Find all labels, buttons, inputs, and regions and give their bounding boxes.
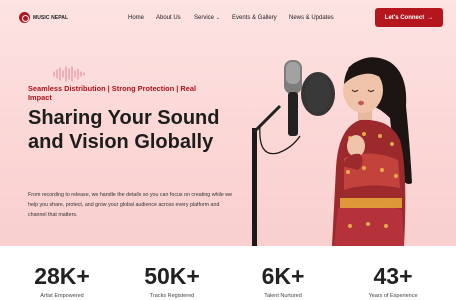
- stat-item: 6K+ Talent Nurtured: [233, 263, 333, 299]
- stat-value: 28K+: [34, 263, 90, 289]
- stat-label: Tracks Registered: [149, 293, 195, 299]
- arrow-right-icon: →: [427, 14, 434, 21]
- lets-connect-label: Let's Connect: [384, 14, 425, 21]
- nav-item-about-us[interactable]: About Us: [156, 15, 181, 21]
- nav-item-news-updates[interactable]: News & Updates: [289, 15, 334, 21]
- hero-section: MUSIC NEPAL Home About Us Service ⌄ Even…: [0, 0, 456, 246]
- hero-description: From recording to release, we handle the…: [28, 192, 233, 218]
- hero-headline: Sharing Your Sound and Vision Globally: [28, 107, 220, 153]
- stat-item: 50K+ Tracks Registered: [122, 263, 222, 299]
- hero-tagline: Seamless Distribution | Strong Protectio…: [28, 84, 196, 102]
- nav-item-home[interactable]: Home: [128, 15, 144, 21]
- stat-item: 28K+ Artist Empowered: [12, 263, 112, 299]
- nav-item-service[interactable]: Service ⌄: [194, 15, 220, 21]
- sound-wave-icon: [53, 66, 85, 82]
- stat-label: Talent Nurtured: [264, 293, 302, 299]
- stat-value: 50K+: [144, 263, 200, 289]
- stat-label: Artist Empowered: [40, 293, 84, 299]
- stat-item: 43+ Years of Experience: [343, 263, 443, 299]
- nav-item-service-label: Service: [194, 15, 215, 21]
- stat-value: 43+: [373, 263, 413, 289]
- stat-value: 6K+: [261, 263, 305, 289]
- stat-label: Years of Experience: [368, 293, 418, 299]
- lets-connect-button[interactable]: Let's Connect →: [375, 8, 443, 27]
- nav-item-events-gallery[interactable]: Events & Gallery: [232, 15, 277, 21]
- stats-section: 28K+ Artist Empowered 50K+ Tracks Regist…: [0, 246, 456, 300]
- singer-microphone-illustration: [252, 57, 412, 246]
- chevron-down-icon: ⌄: [215, 15, 220, 21]
